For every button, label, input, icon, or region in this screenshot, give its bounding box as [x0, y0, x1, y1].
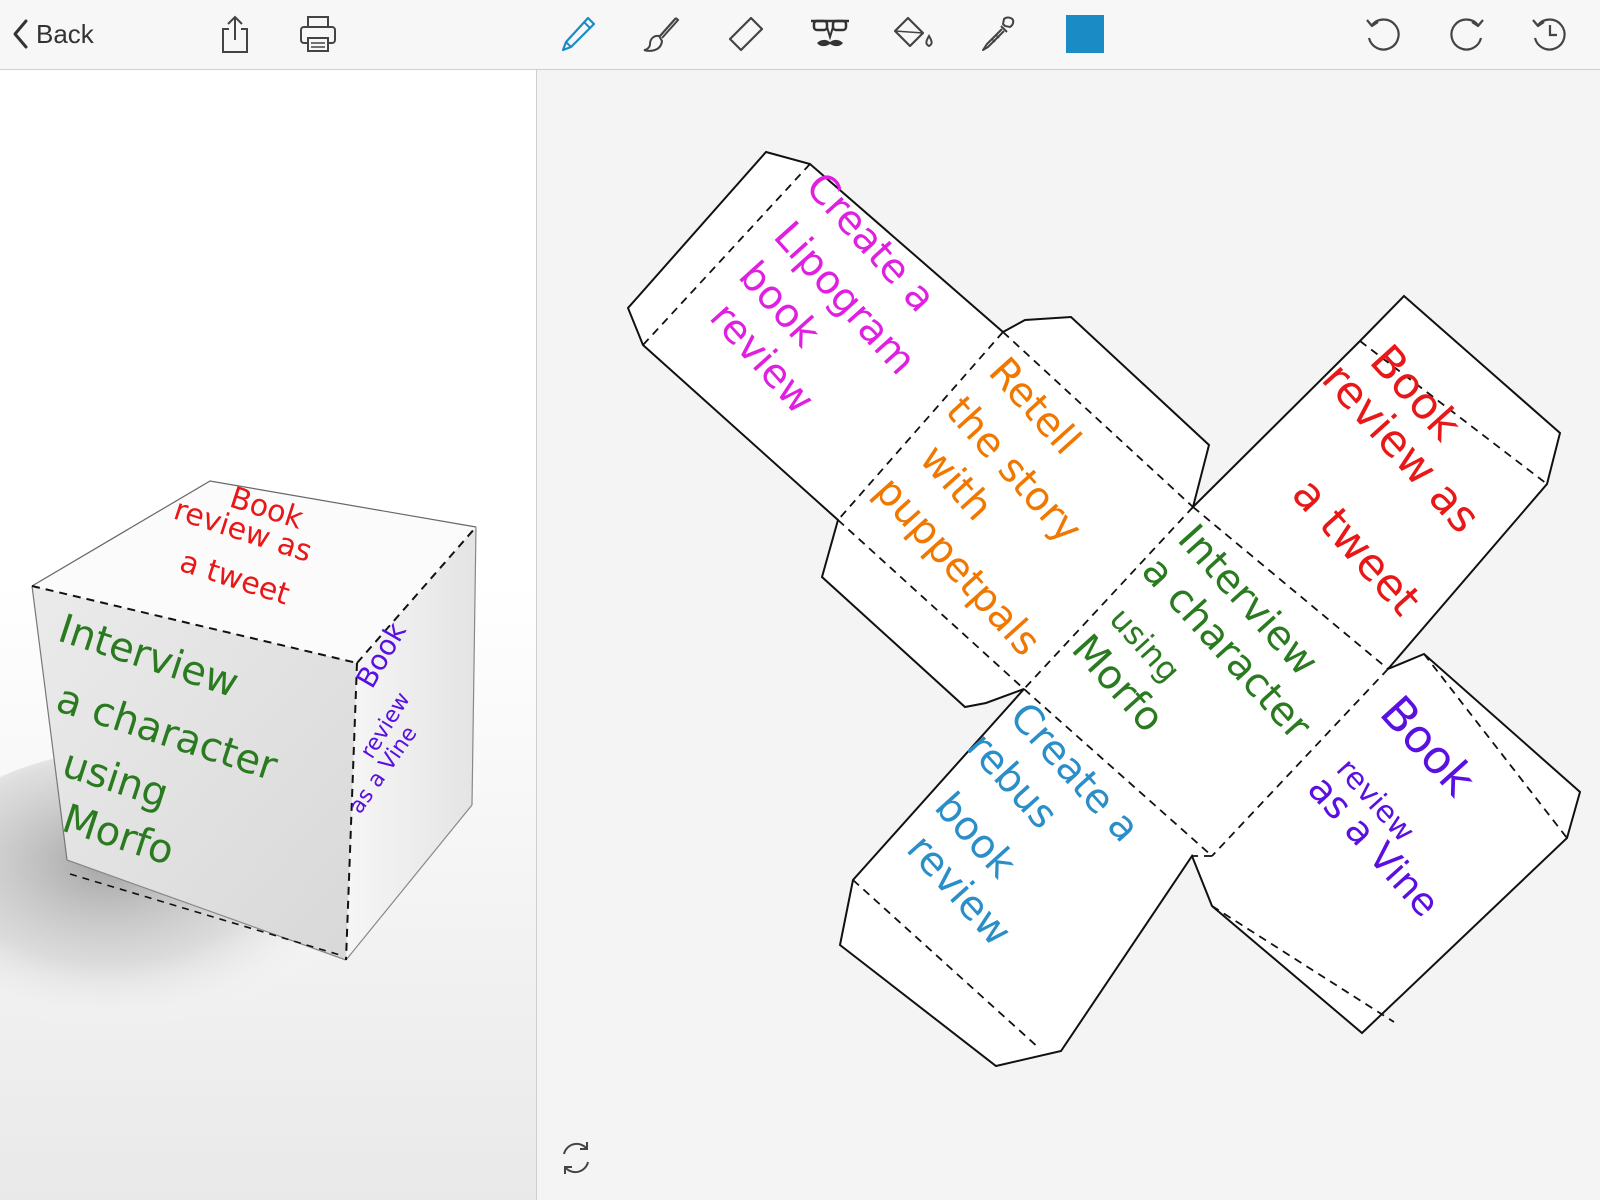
print-button[interactable] — [292, 10, 344, 58]
share-icon — [222, 15, 248, 53]
history-icon — [1532, 18, 1566, 51]
redo-icon — [1450, 18, 1484, 51]
brush-icon — [643, 17, 680, 52]
back-button[interactable]: Back — [10, 10, 110, 58]
eyedropper-tool-button[interactable] — [972, 10, 1022, 58]
paint-bucket-icon — [893, 16, 933, 48]
disguise-tool-button[interactable] — [804, 10, 856, 58]
cube-net-canvas[interactable]: Create a Lipogram book review Retell the… — [537, 70, 1600, 1200]
history-button[interactable] — [1524, 10, 1574, 58]
toolbar: Back — [0, 0, 1600, 70]
undo-icon — [1366, 18, 1400, 51]
cube-preview[interactable]: Book review as a tweet Interview a chara… — [0, 70, 536, 1200]
redo-button[interactable] — [1442, 10, 1492, 58]
eraser-tool-button[interactable] — [720, 10, 770, 58]
back-label: Back — [36, 18, 94, 49]
eraser-icon — [728, 16, 764, 52]
pencil-tool-button[interactable] — [553, 10, 603, 58]
share-button[interactable] — [210, 10, 260, 58]
pencil-icon — [561, 16, 596, 52]
rotate-icon — [563, 1142, 589, 1174]
fill-tool-button[interactable] — [888, 10, 940, 58]
cube-net[interactable]: Create a Lipogram book review Retell the… — [537, 70, 1600, 1200]
reset-view-button[interactable] — [552, 1134, 600, 1182]
chevron-left-icon — [13, 19, 28, 49]
eyedropper-icon — [982, 16, 1015, 51]
print-icon — [300, 16, 336, 52]
color-swatch — [1066, 15, 1104, 53]
color-swatch-button[interactable] — [1063, 10, 1107, 58]
brush-tool-button[interactable] — [636, 10, 686, 58]
undo-button[interactable] — [1358, 10, 1408, 58]
mustache-icon — [811, 19, 849, 47]
cube-preview-pane[interactable]: Book review as a tweet Interview a chara… — [0, 70, 537, 1200]
